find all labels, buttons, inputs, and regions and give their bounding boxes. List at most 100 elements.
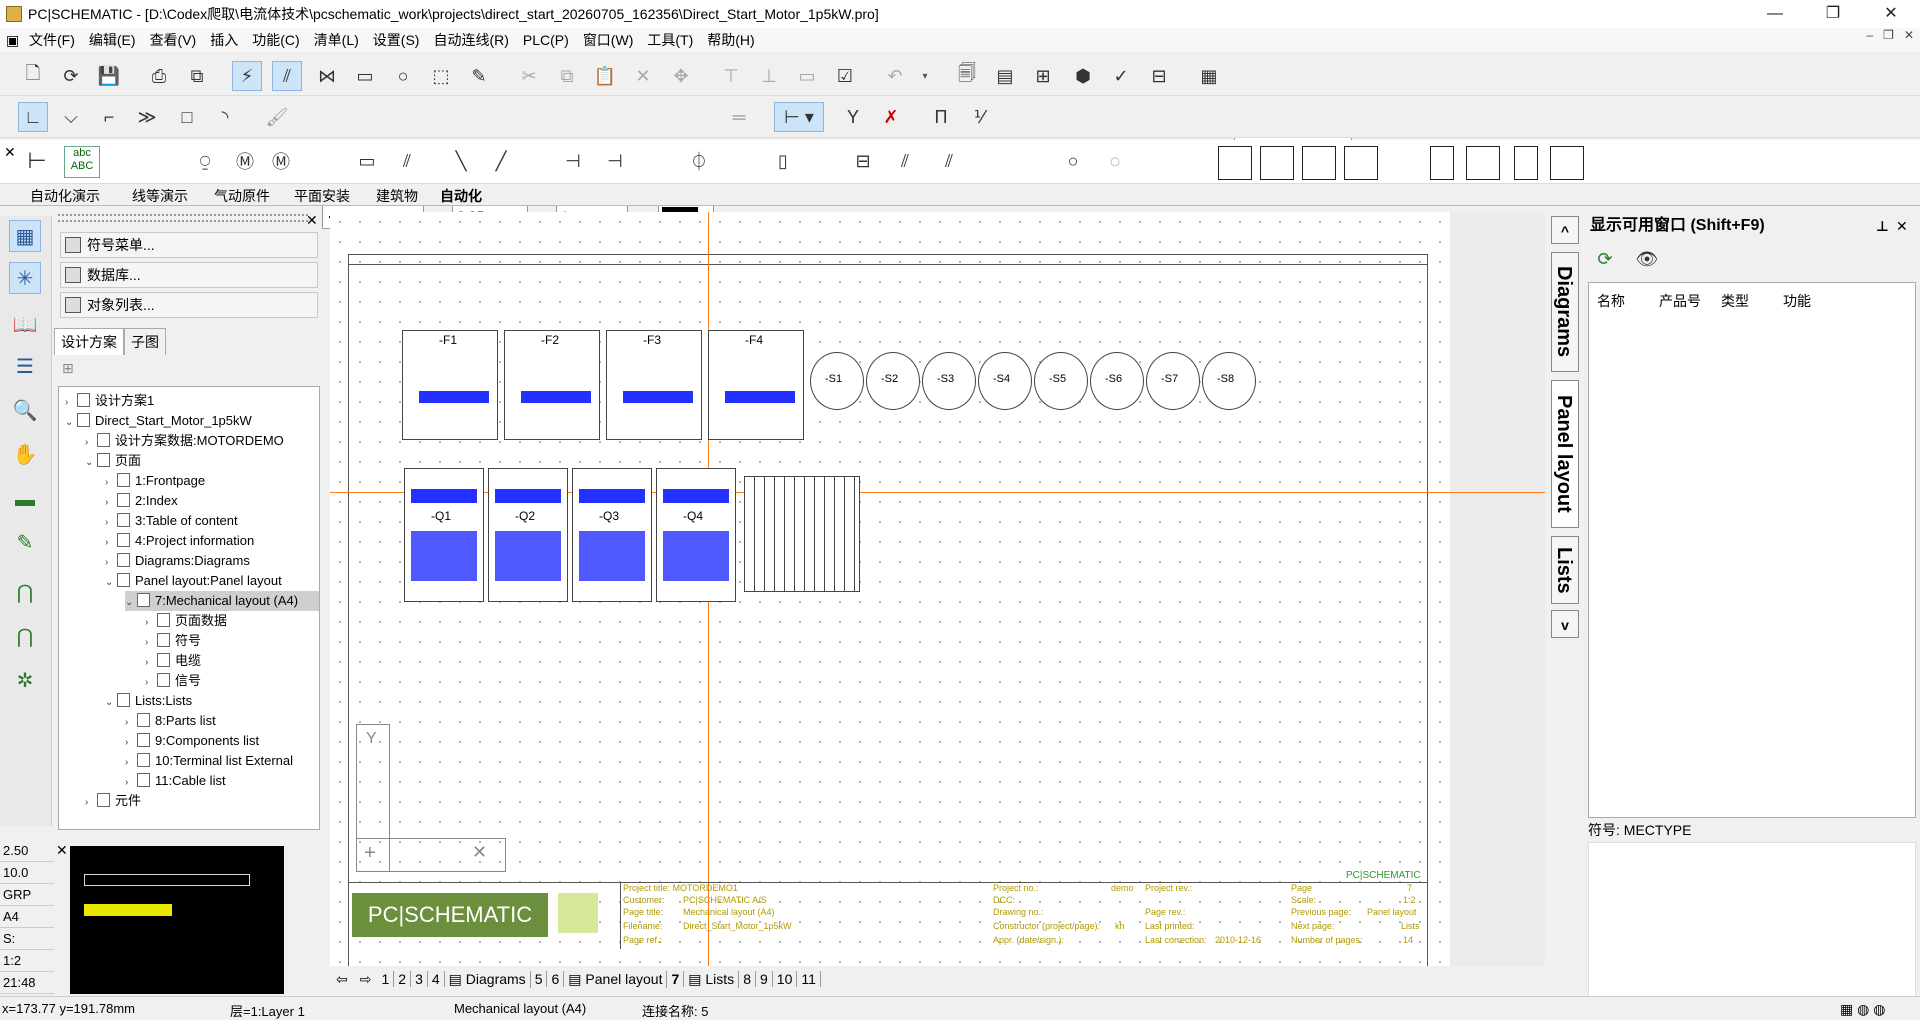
menu-view[interactable]: 查看(V) bbox=[143, 30, 204, 50]
menu-lists[interactable]: 清单(L) bbox=[307, 30, 366, 50]
pushbutton2-symbol-icon[interactable]: ⊣ bbox=[600, 146, 630, 176]
menu-window[interactable]: 窗口(W) bbox=[576, 30, 641, 50]
menu-settings[interactable]: 设置(S) bbox=[366, 30, 427, 50]
page-tab[interactable]: 6 bbox=[547, 971, 565, 987]
menu-autowire[interactable]: 自动连线(R) bbox=[426, 30, 515, 50]
tree-toolbar-icon[interactable]: ⊞ bbox=[62, 360, 74, 377]
probe-symbol-icon[interactable]: ⍜ bbox=[190, 146, 220, 176]
lamp-dashed-symbol-icon[interactable]: ◌ bbox=[1100, 146, 1130, 176]
page-tab[interactable]: 1 bbox=[377, 971, 395, 987]
button-s8[interactable]: -S8 bbox=[1202, 352, 1256, 410]
curve-icon[interactable]: ≫ bbox=[132, 102, 162, 132]
button-s4[interactable]: -S4 bbox=[978, 352, 1032, 410]
vtab-lists[interactable]: Lists bbox=[1551, 536, 1579, 604]
align-icon[interactable]: ☰ bbox=[9, 350, 41, 382]
page-tab[interactable]: 8 bbox=[739, 971, 756, 987]
snap-icon[interactable]: ✳ bbox=[9, 262, 41, 294]
tree-item[interactable]: › 电缆 bbox=[145, 651, 319, 671]
text-icon[interactable]: ▭ bbox=[350, 61, 380, 91]
no-connect-icon[interactable]: ✗ bbox=[876, 102, 906, 132]
undo-icon[interactable]: ↶ bbox=[880, 61, 910, 91]
terminal-block[interactable] bbox=[744, 476, 860, 592]
symbol-menu-link[interactable]: 符号菜单... bbox=[60, 232, 318, 258]
page-prev-icon[interactable]: ⇦ bbox=[330, 971, 354, 988]
frame-symbol-8[interactable] bbox=[1550, 146, 1584, 180]
rectangle-icon[interactable]: □ bbox=[172, 102, 202, 132]
wire-end-icon[interactable]: ⊢ ▾ bbox=[774, 102, 824, 132]
fuse-symbol-icon[interactable]: ⏀ bbox=[684, 146, 714, 176]
menu-help[interactable]: 帮助(H) bbox=[700, 30, 761, 50]
expand-icon[interactable]: › bbox=[125, 733, 137, 753]
component-icon[interactable]: ⬢ bbox=[1068, 61, 1098, 91]
contact-nc-symbol-icon[interactable]: ╱ bbox=[486, 146, 516, 176]
pushbutton-symbol-icon[interactable]: ⊣ bbox=[558, 146, 588, 176]
coil-symbol-icon[interactable]: ▭ bbox=[352, 146, 382, 176]
tree-item[interactable]: › 10:Terminal list External bbox=[125, 751, 319, 771]
menu-functions[interactable]: 功能(C) bbox=[245, 30, 306, 50]
book-icon[interactable]: 📖 bbox=[9, 308, 41, 340]
frame-symbol-4[interactable] bbox=[1344, 146, 1378, 180]
paste-icon[interactable]: 📋 bbox=[590, 61, 620, 91]
expand-icon[interactable]: › bbox=[145, 653, 157, 673]
maximize-button[interactable]: ❐ bbox=[1804, 0, 1862, 28]
page-tab[interactable]: ▤ Panel layout bbox=[564, 970, 668, 988]
col-product-no[interactable]: 产品号 bbox=[1659, 291, 1721, 311]
page-tab[interactable]: 9 bbox=[756, 971, 773, 987]
expand-icon[interactable]: › bbox=[105, 513, 117, 533]
tab-line-demo[interactable]: 线等演示 bbox=[132, 186, 188, 206]
zoom-icon[interactable]: 🔍 bbox=[9, 394, 41, 426]
arrows-icon[interactable]: ⋈ bbox=[312, 61, 342, 91]
object-list-link[interactable]: 对象列表... bbox=[60, 292, 318, 318]
circle-icon[interactable]: ○ bbox=[388, 61, 418, 91]
button-s6[interactable]: -S6 bbox=[1090, 352, 1144, 410]
fuse-f4[interactable]: -F4 bbox=[708, 330, 804, 440]
expand-icon[interactable]: › bbox=[85, 433, 97, 453]
preview-close-icon[interactable]: ✕ bbox=[56, 842, 68, 859]
contact-no-symbol-icon[interactable]: ╲ bbox=[446, 146, 476, 176]
expand-icon[interactable]: › bbox=[65, 393, 77, 413]
menu-file[interactable]: 文件(F) bbox=[22, 30, 82, 50]
frame-symbol-6[interactable] bbox=[1466, 146, 1500, 180]
new-icon[interactable]: 🗋 bbox=[18, 61, 48, 91]
collapse-icon[interactable]: ⌄ bbox=[65, 413, 77, 433]
pin-icon[interactable]: ⊥ bbox=[1876, 212, 1889, 240]
menu-plc[interactable]: PLC(P) bbox=[516, 32, 576, 48]
tree-item[interactable]: ⌄ 7:Mechanical layout (A4) bbox=[125, 591, 319, 611]
tab-building[interactable]: 建筑物 bbox=[376, 186, 418, 206]
motor-symbol-icon[interactable]: Ⓜ bbox=[230, 146, 260, 176]
page-view-icon[interactable]: ▬ bbox=[9, 484, 41, 516]
right-panel-close-icon[interactable]: ✕ bbox=[1896, 212, 1908, 240]
collapse-icon[interactable]: ⌄ bbox=[125, 593, 137, 613]
mirror2-icon[interactable]: ⊥ bbox=[754, 61, 784, 91]
button-s3[interactable]: -S3 bbox=[922, 352, 976, 410]
refresh-icon[interactable]: ⟳ bbox=[1588, 244, 1622, 274]
switch-symbol-icon[interactable]: ⫽ bbox=[890, 146, 920, 176]
abc-symbol-icon[interactable]: abc ABC bbox=[64, 146, 100, 178]
frame-symbol-2[interactable] bbox=[1260, 146, 1294, 180]
expand-icon[interactable]: › bbox=[125, 773, 137, 793]
tab-automation[interactable]: 自动化 bbox=[440, 186, 482, 206]
palette-close-icon[interactable]: ✕ bbox=[4, 144, 16, 161]
vtab-diagrams[interactable]: Diagrams bbox=[1551, 252, 1579, 372]
expand-icon[interactable]: › bbox=[85, 793, 97, 813]
button-s2[interactable]: -S2 bbox=[866, 352, 920, 410]
pencil-icon[interactable]: ✎ bbox=[464, 61, 494, 91]
database-icon[interactable]: ▤ bbox=[990, 61, 1020, 91]
expand-icon[interactable]: › bbox=[145, 633, 157, 653]
tree-item[interactable]: › 9:Components list bbox=[125, 731, 319, 751]
page-tab[interactable]: ▤ Lists bbox=[684, 970, 740, 988]
save-icon[interactable]: 💾 bbox=[94, 61, 124, 91]
mdi-minimize-button[interactable]: – bbox=[1866, 28, 1873, 42]
polyline-icon[interactable]: ⌵ bbox=[56, 102, 86, 132]
rail-icon[interactable]: Π bbox=[926, 102, 956, 132]
contactor-q2[interactable]: -Q2 bbox=[488, 468, 568, 602]
page-next-icon[interactable]: ⇨ bbox=[354, 971, 378, 988]
drawing-canvas[interactable]: -F1 -F2 -F3 -F4 -S1 -S2 -S3 -S4 -S5 -S6 … bbox=[330, 212, 1545, 966]
corner-icon[interactable]: ⌐ bbox=[94, 102, 124, 132]
button-s7[interactable]: -S7 bbox=[1146, 352, 1200, 410]
abc-check-icon[interactable]: ✓ bbox=[1106, 61, 1136, 91]
tree-item[interactable]: › 4:Project information bbox=[105, 531, 319, 551]
expand-icon[interactable]: › bbox=[125, 713, 137, 733]
vtab-down-icon[interactable]: v bbox=[1551, 610, 1579, 638]
minimize-button[interactable]: — bbox=[1746, 0, 1804, 28]
